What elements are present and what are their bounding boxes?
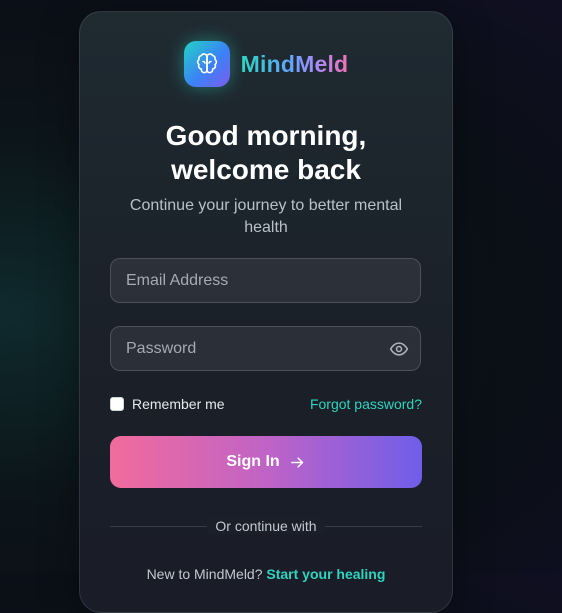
sign-in-label: Sign In (226, 453, 280, 470)
brain-icon (196, 53, 217, 74)
title-line-1: Good morning, (165, 120, 367, 151)
page-subtitle: Continue your journey to better mental h… (129, 197, 403, 236)
forgot-password-link[interactable]: Forgot password? (310, 396, 422, 412)
logo-badge (183, 41, 230, 87)
password-input[interactable] (111, 327, 420, 370)
login-card: MindMeld Good morning, welcome back Cont… (79, 11, 453, 613)
email-field[interactable] (110, 258, 421, 303)
title-line-2: welcome back (171, 154, 361, 185)
remember-label: Remember me (132, 396, 225, 412)
divider-text: Or continue with (207, 518, 325, 534)
remember-checkbox[interactable] (110, 397, 124, 411)
signup-prompt-text: New to MindMeld? (146, 566, 263, 582)
signup-link[interactable]: Start your healing (266, 566, 385, 582)
sign-in-button[interactable]: Sign In (110, 436, 422, 488)
email-input[interactable] (111, 259, 420, 302)
brand-name: MindMeld (240, 50, 349, 77)
remember-me[interactable]: Remember me (110, 396, 225, 412)
brand-header: MindMeld (80, 41, 452, 87)
password-field[interactable] (110, 326, 421, 371)
divider: Or continue with (80, 518, 452, 536)
eye-icon[interactable] (389, 339, 409, 359)
signup-prompt: New to MindMeld? Start your healing (80, 566, 452, 582)
page-title: Good morning, welcome back (80, 119, 452, 187)
arrow-right-icon (290, 456, 303, 468)
